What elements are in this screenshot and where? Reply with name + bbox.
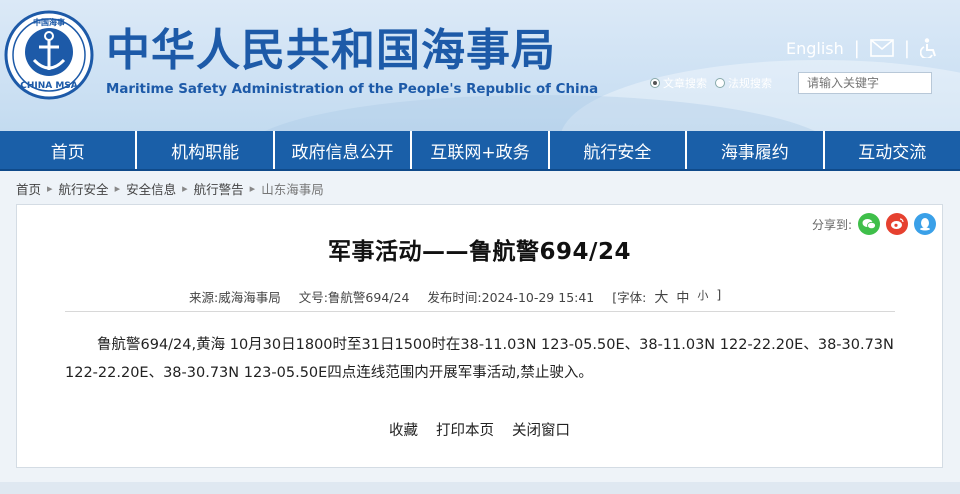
chevron-right-icon: ▸ [182, 181, 188, 195]
favorite-button[interactable]: 收藏 [389, 419, 418, 440]
main-nav: 首页 机构职能 政府信息公开 互联网+政务 航行安全 海事履约 互动交流 [0, 131, 960, 171]
search-option-law[interactable]: 法规搜索 [715, 75, 772, 91]
breadcrumb: 首页 ▸ 航行安全 ▸ 安全信息 ▸ 航行警告 ▸ 山东海事局 [16, 178, 324, 198]
nav-navigation-safety[interactable]: 航行安全 [550, 131, 688, 169]
article-actions: 收藏 打印本页 关闭窗口 [17, 419, 942, 440]
article-card: 分享到: 军事活动——鲁航警694/24 来源:威海海事局 文号:鲁航警694/… [16, 204, 943, 468]
share-label: 分享到: [811, 217, 852, 232]
divider [65, 311, 895, 312]
print-button[interactable]: 打印本页 [436, 419, 494, 440]
font-size-bracket: ] [716, 287, 722, 302]
site-title: 中华人民共和国海事局 [106, 25, 556, 76]
breadcrumb-safety-info[interactable]: 安全信息 [126, 179, 176, 198]
radio-icon [715, 78, 725, 88]
article-title: 军事活动——鲁航警694/24 [328, 239, 631, 265]
article-body: 鲁航警694/24,黄海 10月30日1800时至31日1500时在38-11.… [65, 337, 894, 381]
nav-internet-gov[interactable]: 互联网+政务 [412, 131, 550, 169]
logo-top-text: 中国海事 [33, 17, 65, 27]
breadcrumb-nav-warning[interactable]: 航行警告 [194, 179, 244, 198]
chevron-right-icon: ▸ [47, 181, 53, 195]
search-options: 文章搜索 法规搜索 [650, 74, 772, 92]
article-publish-time: 发布时间:2024-10-29 15:41 [427, 290, 595, 305]
breadcrumb-home[interactable]: 首页 [16, 179, 41, 198]
nav-gov-info[interactable]: 政府信息公开 [275, 131, 413, 169]
search-input[interactable] [798, 72, 932, 94]
site-header: CHINA MSA 中国海事 中华人民共和国海事局 Maritime Safet… [0, 0, 960, 131]
nav-home[interactable]: 首页 [0, 131, 138, 169]
breadcrumb-navigation-safety[interactable]: 航行安全 [59, 179, 109, 198]
font-size-label: [字体: [612, 290, 647, 305]
separator: | [853, 37, 860, 59]
close-window-button[interactable]: 关闭窗口 [512, 419, 570, 440]
article-source: 来源:威海海事局 [189, 290, 281, 305]
font-size-large-button[interactable]: 大 [654, 287, 668, 307]
msa-logo-icon[interactable]: CHINA MSA 中国海事 [4, 10, 94, 100]
nav-interaction[interactable]: 互动交流 [825, 131, 960, 169]
font-size-small-button[interactable]: 小 [697, 287, 708, 307]
english-link[interactable]: English [786, 39, 844, 58]
footer-strip [0, 482, 960, 494]
chevron-right-icon: ▸ [114, 181, 121, 195]
article-doc-number: 文号:鲁航警694/24 [298, 290, 410, 305]
site-subtitle: Maritime Safety Administration of the Pe… [106, 82, 599, 97]
nav-compliance[interactable]: 海事履约 [687, 131, 825, 169]
accessibility-icon[interactable] [919, 38, 938, 58]
search-option-article[interactable]: 文章搜索 [650, 75, 707, 91]
font-size-control: [字体: 大 中 小 ] [612, 287, 721, 307]
logo-text: CHINA MSA [20, 81, 78, 91]
radio-selected-icon [650, 78, 660, 88]
nav-functions[interactable]: 机构职能 [137, 131, 275, 169]
top-links: English | | [786, 36, 938, 60]
mail-icon[interactable] [870, 39, 894, 57]
font-size-medium-button[interactable]: 中 [676, 287, 689, 307]
article-meta: 来源:威海海事局 文号:鲁航警694/24 发布时间:2024-10-29 15… [189, 287, 721, 307]
separator: | [903, 37, 910, 59]
chevron-right-icon: ▸ [249, 181, 256, 195]
breadcrumb-current[interactable]: 山东海事局 [261, 179, 324, 198]
